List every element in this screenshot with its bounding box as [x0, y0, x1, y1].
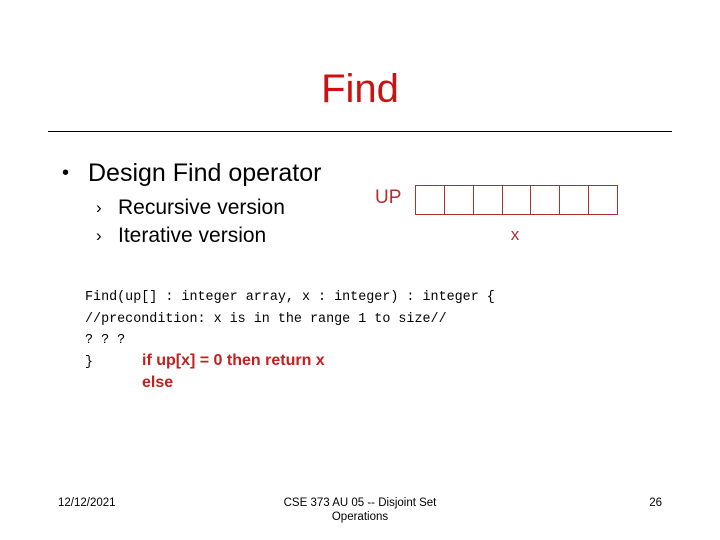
up-array-cell [531, 186, 561, 214]
code-line: ? ? ? [85, 333, 126, 348]
slide-canvas: Find • Design Find operator › Recursive … [0, 0, 720, 540]
bullet-iterative-version: › Iterative version [96, 222, 266, 249]
bullet-design-find-operator: • Design Find operator [62, 158, 321, 189]
up-array-label: UP [375, 187, 402, 208]
pseudocode-line: else [142, 373, 174, 391]
footer-title-line2: Operations [331, 511, 389, 523]
up-array-cell [560, 186, 590, 214]
chevron-right-icon: › [96, 198, 102, 217]
bullet-dot-icon: • [62, 162, 70, 184]
x-index-label: x [510, 225, 520, 244]
page-title: Find [321, 67, 399, 111]
footer-date: 12/12/2021 [58, 497, 116, 509]
code-line: Find(up[] : integer array, x : integer) … [85, 290, 495, 305]
bullet-recursive-version: › Recursive version [96, 194, 285, 221]
code-line: //precondition: x is in the range 1 to s… [85, 311, 447, 327]
footer-title-line1: CSE 373 AU 05 -- Disjoint Set [283, 497, 437, 509]
up-array-diagram [415, 185, 618, 215]
bullet-level1-label: Design Find operator [88, 159, 322, 187]
chevron-right-icon: › [96, 226, 102, 245]
up-array-cell [589, 186, 617, 214]
bullet-level2-label: Iterative version [118, 224, 267, 247]
up-array-cell [503, 186, 532, 214]
up-array-cell [416, 186, 445, 214]
footer-page-number: 26 [649, 497, 662, 509]
pseudocode-overlay: if up[x] = 0 then return x else [142, 350, 325, 393]
up-array-cell [445, 186, 474, 214]
title-divider [48, 131, 672, 132]
up-array-cell [474, 186, 503, 214]
footer-title: CSE 373 AU 05 -- Disjoint Set Operations [210, 496, 510, 524]
pseudocode-line: if up[x] = 0 then return x [142, 352, 325, 369]
bullet-level2-label: Recursive version [118, 196, 285, 219]
